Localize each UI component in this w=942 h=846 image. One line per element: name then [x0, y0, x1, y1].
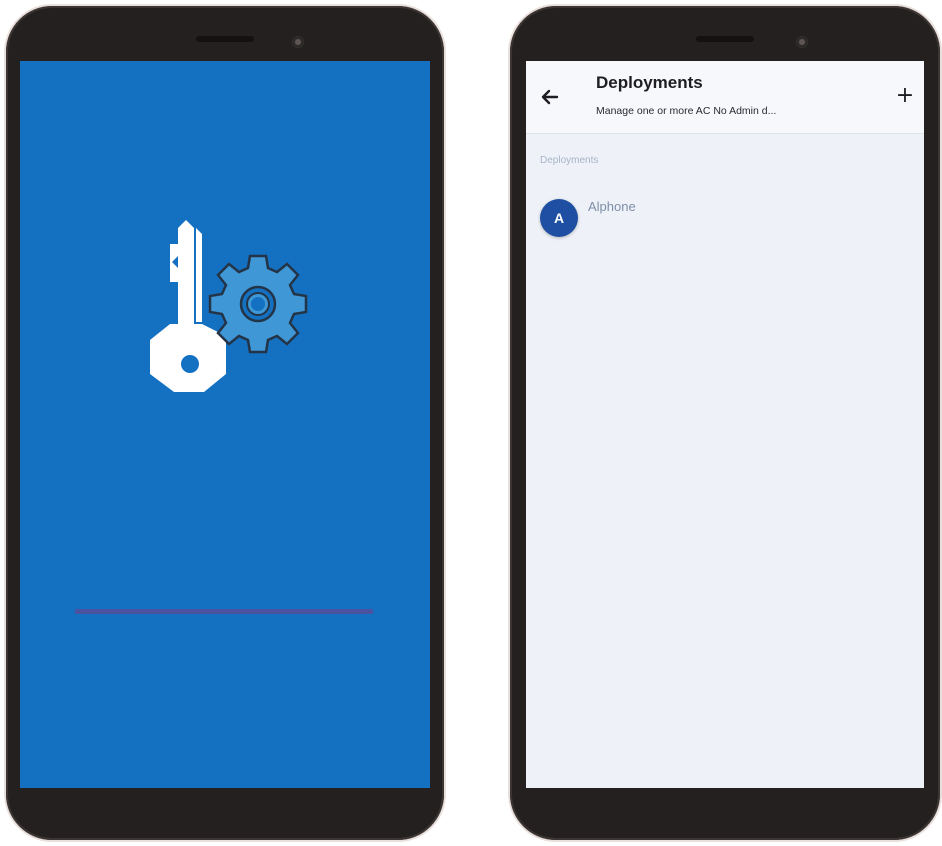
gear-icon [208, 254, 308, 354]
key-hole [181, 355, 199, 373]
arrow-left-icon [541, 89, 559, 105]
front-camera [796, 36, 808, 48]
loading-progress-bar [75, 609, 373, 614]
loading-progress-fill [75, 609, 373, 614]
front-camera [292, 36, 304, 48]
phone-frame-right: Deployments Manage one or more AC No Adm… [510, 6, 940, 840]
speaker-grille [196, 36, 254, 42]
key-gear-icon [150, 220, 308, 392]
app-bar: Deployments Manage one or more AC No Adm… [526, 61, 924, 134]
add-deployment-button[interactable]: + [892, 83, 918, 109]
section-header: Deployments [540, 155, 599, 166]
speaker-grille [696, 36, 754, 42]
page-title: Deployments [596, 73, 703, 92]
plus-icon: + [895, 83, 915, 108]
page-subtitle: Manage one or more AC No Admin d... [596, 105, 777, 117]
deployment-name: Alphone [588, 199, 636, 214]
splash-screen [20, 61, 430, 788]
deployments-screen: Deployments Manage one or more AC No Adm… [526, 61, 924, 788]
back-button[interactable] [536, 83, 564, 111]
list-item-deployment[interactable]: A Alphone [540, 199, 900, 247]
avatar: A [540, 199, 578, 237]
phone-frame-left [6, 6, 444, 840]
